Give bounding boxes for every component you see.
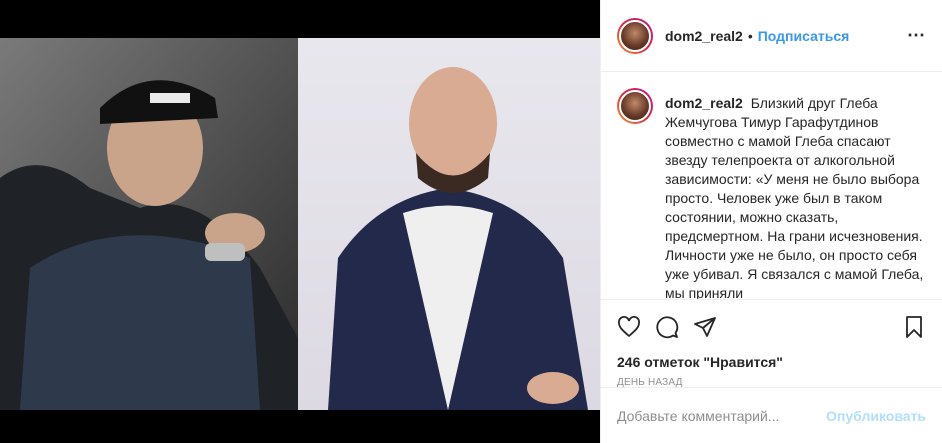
avatar[interactable] [617,17,653,54]
share-icon[interactable] [693,315,717,339]
more-options-icon[interactable]: ⋯ [907,25,926,46]
action-bar [601,299,942,353]
person-right-illustration [328,67,588,410]
caption-username[interactable]: dom2_real2 [665,95,743,111]
person-left-illustration [0,38,298,410]
header-username[interactable]: dom2_real2 [665,28,743,44]
post-header: dom2_real2 • Подписаться ⋯ [601,0,942,72]
comments-area: dom2_real2 Близкий друг Глеба Жемчугова … [601,72,942,299]
post-photo[interactable] [0,38,600,410]
post-media [0,0,600,443]
likes-count[interactable]: 246 отметок "Нравится" [601,353,942,371]
caption-body: Близкий друг Глеба Жемчугова Тимур Гараф… [665,95,924,299]
photo-right-half [298,38,600,410]
add-comment-bar: Добавьте комментарий... Опубликовать [601,387,942,443]
post-comment-button[interactable]: Опубликовать [826,408,926,424]
heart-icon[interactable] [617,315,641,339]
caption-text: dom2_real2 Близкий друг Глеба Жемчугова … [665,88,926,299]
caption-avatar[interactable] [617,88,653,124]
comment-input[interactable]: Добавьте комментарий... [617,408,826,424]
post-side-panel: dom2_real2 • Подписаться ⋯ dom2_real2 Бл… [600,0,942,443]
comment-icon[interactable] [655,315,679,339]
follow-button[interactable]: Подписаться [758,28,850,44]
photo-left-half [0,38,298,410]
bookmark-icon[interactable] [902,315,926,339]
header-separator: • [747,27,753,44]
